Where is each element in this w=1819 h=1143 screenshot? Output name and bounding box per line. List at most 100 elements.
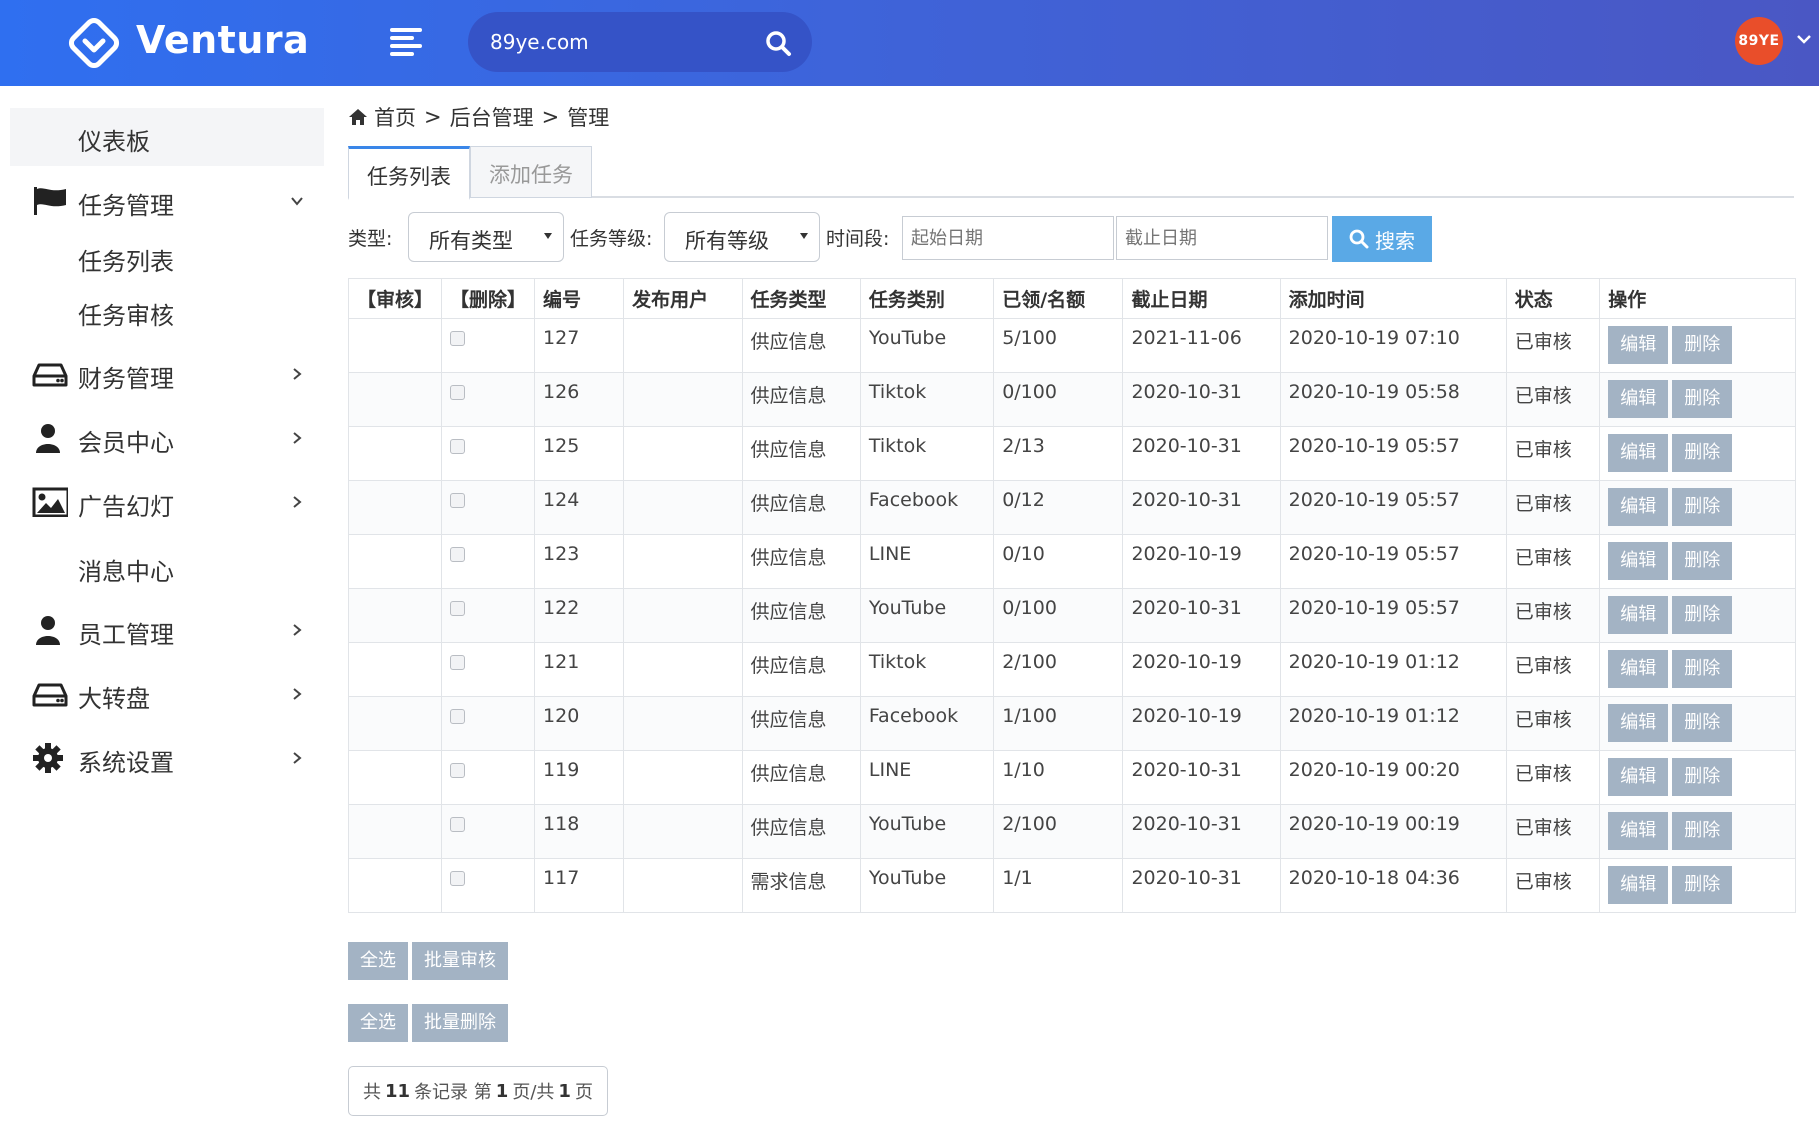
tab-task-list[interactable]: 任务列表: [348, 146, 470, 200]
cell-actions: 编辑 删除: [1599, 480, 1796, 535]
caret-down-icon: [800, 233, 808, 239]
select-all-button[interactable]: 全选: [348, 942, 408, 980]
batch-delete-button[interactable]: 批量删除: [412, 1004, 508, 1042]
edit-button[interactable]: 编辑: [1608, 596, 1669, 634]
sidebar-item-wheel[interactable]: 大转盘: [10, 665, 324, 723]
edit-button[interactable]: 编辑: [1608, 812, 1669, 850]
delete-button[interactable]: 删除: [1672, 704, 1733, 742]
edit-button[interactable]: 编辑: [1608, 704, 1669, 742]
delete-button[interactable]: 删除: [1672, 758, 1733, 796]
batch-review-button[interactable]: 批量审核: [412, 942, 508, 980]
sidebar-item-member[interactable]: 会员中心: [10, 409, 324, 467]
sidebar-sub-task-review[interactable]: 任务审核: [78, 296, 174, 331]
breadcrumb-home[interactable]: 首页: [374, 102, 416, 132]
edit-button[interactable]: 编辑: [1608, 326, 1669, 364]
end-date-input[interactable]: [1116, 216, 1328, 260]
delete-button[interactable]: 删除: [1672, 650, 1733, 688]
edit-button[interactable]: 编辑: [1608, 866, 1669, 904]
row-checkbox[interactable]: [450, 331, 466, 346]
breadcrumb-admin[interactable]: 后台管理: [450, 102, 534, 132]
brand-name[interactable]: Ventura: [136, 18, 309, 62]
delete-cell: [441, 858, 536, 913]
row-checkbox[interactable]: [450, 655, 466, 670]
sidebar-sub-task-list[interactable]: 任务列表: [78, 242, 174, 277]
cell-id: 118: [534, 804, 625, 859]
chevron-down-icon: [291, 197, 303, 206]
row-checkbox[interactable]: [450, 385, 466, 400]
row-checkbox[interactable]: [450, 601, 466, 616]
sidebar-item-finance[interactable]: 财务管理: [10, 345, 324, 403]
edit-button[interactable]: 编辑: [1608, 488, 1669, 526]
sidebar-item-ads[interactable]: 广告幻灯: [10, 473, 324, 531]
delete-button[interactable]: 删除: [1672, 488, 1733, 526]
logo-icon[interactable]: [64, 13, 124, 73]
row-checkbox[interactable]: [450, 763, 466, 778]
edit-button[interactable]: 编辑: [1608, 380, 1669, 418]
search-input[interactable]: [490, 26, 750, 58]
sidebar-item-messages[interactable]: 消息中心: [78, 552, 174, 587]
cell-deadline: 2020-10-19: [1122, 642, 1281, 697]
hamburger-icon[interactable]: [390, 26, 424, 56]
delete-button[interactable]: 删除: [1672, 812, 1733, 850]
avatar[interactable]: 89YE: [1735, 17, 1783, 65]
cell-quota: 0/12: [993, 480, 1124, 535]
cell-type: 供应信息: [741, 318, 861, 373]
row-checkbox[interactable]: [450, 709, 466, 724]
delete-button[interactable]: 删除: [1672, 380, 1733, 418]
row-checkbox[interactable]: [450, 439, 466, 454]
delete-cell: [441, 318, 536, 373]
cell-added: 2020-10-19 05:57: [1279, 534, 1507, 589]
table-row: 125 供应信息 Tiktok 2/13 2020-10-31 2020-10-19 05…: [347, 426, 1796, 481]
delete-cell: [441, 750, 536, 805]
row-checkbox[interactable]: [450, 817, 466, 832]
cell-id: 125: [534, 426, 625, 481]
edit-button[interactable]: 编辑: [1608, 758, 1669, 796]
cell-id: 119: [534, 750, 625, 805]
cell-actions: 编辑 删除: [1599, 750, 1796, 805]
delete-button[interactable]: 删除: [1672, 542, 1733, 580]
cell-type: 供应信息: [741, 480, 861, 535]
select-all-button[interactable]: 全选: [348, 1004, 408, 1042]
sidebar-item-label: 员工管理: [78, 621, 174, 649]
cell-id: 120: [534, 696, 625, 751]
cell-status: 已审核: [1505, 480, 1601, 535]
search-icon[interactable]: [764, 29, 792, 57]
review-cell: [347, 804, 443, 859]
level-select-value: 所有等级: [685, 229, 769, 253]
cell-quota: 1/10: [993, 750, 1124, 805]
cell-category: YouTube: [859, 588, 995, 643]
cell-added: 2020-10-19 00:20: [1279, 750, 1507, 805]
delete-button[interactable]: 删除: [1672, 596, 1733, 634]
row-checkbox[interactable]: [450, 547, 466, 562]
delete-button[interactable]: 删除: [1672, 866, 1733, 904]
edit-button[interactable]: 编辑: [1608, 542, 1669, 580]
cell-type: 供应信息: [741, 372, 861, 427]
type-filter-label: 类型:: [348, 228, 393, 250]
tab-add-task[interactable]: 添加任务: [470, 146, 592, 198]
delete-button[interactable]: 删除: [1672, 434, 1733, 472]
edit-button[interactable]: 编辑: [1608, 434, 1669, 472]
sidebar-item-dashboard[interactable]: 仪表板: [10, 108, 324, 166]
sidebar-item-task-mgmt[interactable]: 任务管理: [10, 172, 324, 230]
edit-button[interactable]: 编辑: [1608, 650, 1669, 688]
main-content: 首页 > 后台管理 > 管理 任务列表 添加任务 类型: 所有类型 任务等级: …: [347, 86, 1796, 1143]
sidebar-item-settings[interactable]: 系统设置: [10, 729, 324, 787]
period-filter-label: 时间段:: [826, 228, 890, 250]
cell-deadline: 2020-10-19: [1122, 696, 1281, 751]
search-button[interactable]: 搜索: [1332, 216, 1432, 262]
pager-total: 11: [385, 1080, 411, 1102]
row-checkbox[interactable]: [450, 871, 466, 886]
type-select[interactable]: 所有类型: [408, 212, 564, 262]
cell-category: Tiktok: [859, 642, 995, 697]
start-date-input[interactable]: [902, 216, 1114, 260]
task-table: 【审核】 【删除】 编号 发布用户 任务类型 任务类别 已领/名额 截止日期 添…: [347, 278, 1796, 913]
delete-button[interactable]: 删除: [1672, 326, 1733, 364]
cell-quota: 2/100: [993, 642, 1124, 697]
cell-actions: 编辑 删除: [1599, 858, 1796, 913]
chevron-down-icon[interactable]: [1795, 30, 1813, 48]
cell-status: 已审核: [1505, 588, 1601, 643]
sidebar-item-staff[interactable]: 员工管理: [10, 601, 324, 659]
level-select[interactable]: 所有等级: [664, 212, 820, 262]
row-checkbox[interactable]: [450, 493, 466, 508]
table-row: 119 供应信息 LINE 1/10 2020-10-31 2020-10-19 00:2…: [347, 750, 1796, 805]
